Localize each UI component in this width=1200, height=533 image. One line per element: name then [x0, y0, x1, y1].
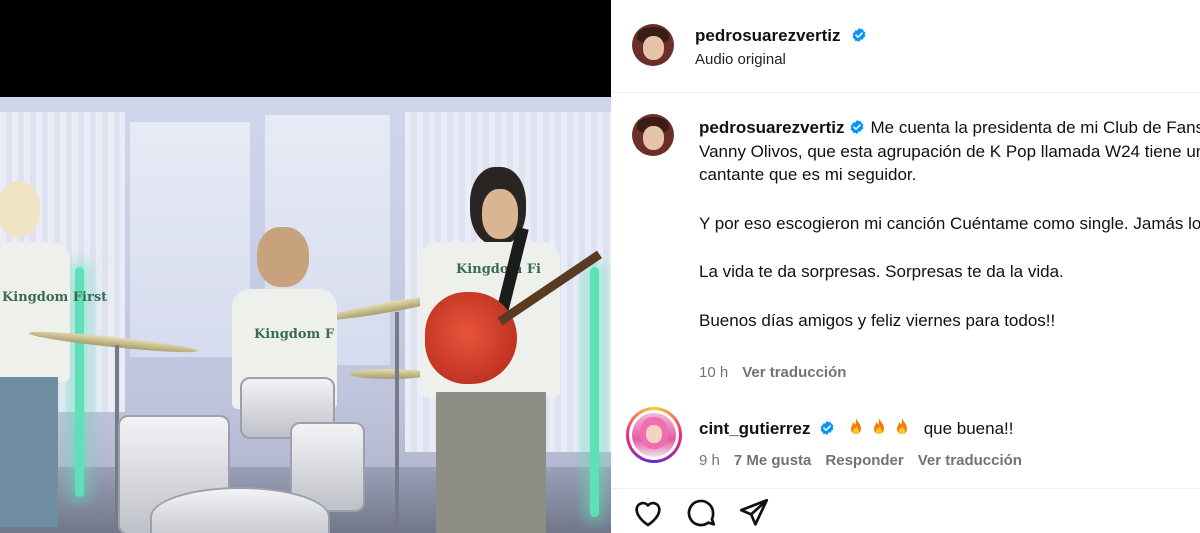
verified-badge-icon: [820, 421, 834, 435]
post-action-bar: [611, 488, 1200, 533]
shirt-print: Kingdom F: [254, 327, 335, 342]
post-caption: pedrosuarezvertiz Me cuenta la presidenta…: [699, 116, 1200, 357]
translate-button[interactable]: Ver traducción: [742, 364, 846, 381]
fire-emoji-icon: [850, 418, 861, 434]
shirt-print: Kingdom Fi: [456, 262, 541, 277]
video-frame[interactable]: Kingdom First Kingdom F Kingdom Fi: [0, 97, 611, 533]
reply-button[interactable]: Responder: [825, 452, 903, 469]
caption-paragraph: pedrosuarezvertiz Me cuenta la presidenta…: [699, 116, 1200, 187]
post-meta: 10 h Ver traducción: [699, 364, 846, 381]
heart-icon[interactable]: [631, 496, 665, 530]
author-avatar[interactable]: [632, 24, 674, 66]
verified-badge-icon: [852, 28, 866, 42]
author-username[interactable]: pedrosuarezvertiz: [695, 26, 841, 46]
post-header: pedrosuarezvertiz Audio original: [611, 0, 1200, 93]
comment: cint_gutierrez que buena!!: [699, 418, 1014, 439]
comment-translate-button[interactable]: Ver traducción: [918, 452, 1022, 469]
fire-emoji-icon: [873, 418, 884, 434]
post-sidebar: pedrosuarezvertiz Audio original pedrosu…: [611, 0, 1200, 533]
caption-paragraph: Y por eso escogieron mi canción Cuéntame…: [699, 213, 1200, 233]
caption-paragraph: Buenos días amigos y feliz viernes para …: [699, 310, 1056, 330]
comment-text: que buena!!: [923, 419, 1014, 438]
comment-time[interactable]: 9 h: [699, 452, 720, 469]
audio-label[interactable]: Audio original: [695, 51, 786, 68]
caption-author-avatar[interactable]: [632, 114, 674, 156]
fire-emoji-icon: [896, 418, 907, 434]
comment-likes[interactable]: 7 Me gusta: [734, 452, 812, 469]
comment-icon[interactable]: [684, 496, 718, 530]
comment-meta: 9 h 7 Me gusta Responder Ver traducción: [699, 452, 1022, 469]
caption-author-username[interactable]: pedrosuarezvertiz: [699, 118, 845, 137]
post-time[interactable]: 10 h: [699, 364, 728, 381]
guitar: [425, 292, 517, 384]
video-player[interactable]: Kingdom First Kingdom F Kingdom Fi: [0, 0, 611, 533]
comment-author-username[interactable]: cint_gutierrez: [699, 419, 810, 438]
shirt-print: Kingdom First: [2, 290, 108, 305]
caption-paragraph: La vida te da sorpresas. Sorpresas te da…: [699, 262, 1064, 281]
commenter-avatar[interactable]: [626, 407, 682, 463]
cymbal: [350, 369, 430, 379]
share-icon[interactable]: [737, 496, 771, 530]
cymbal-stand: [395, 312, 399, 533]
neon-light: [590, 267, 599, 517]
verified-badge-icon: [850, 120, 863, 134]
